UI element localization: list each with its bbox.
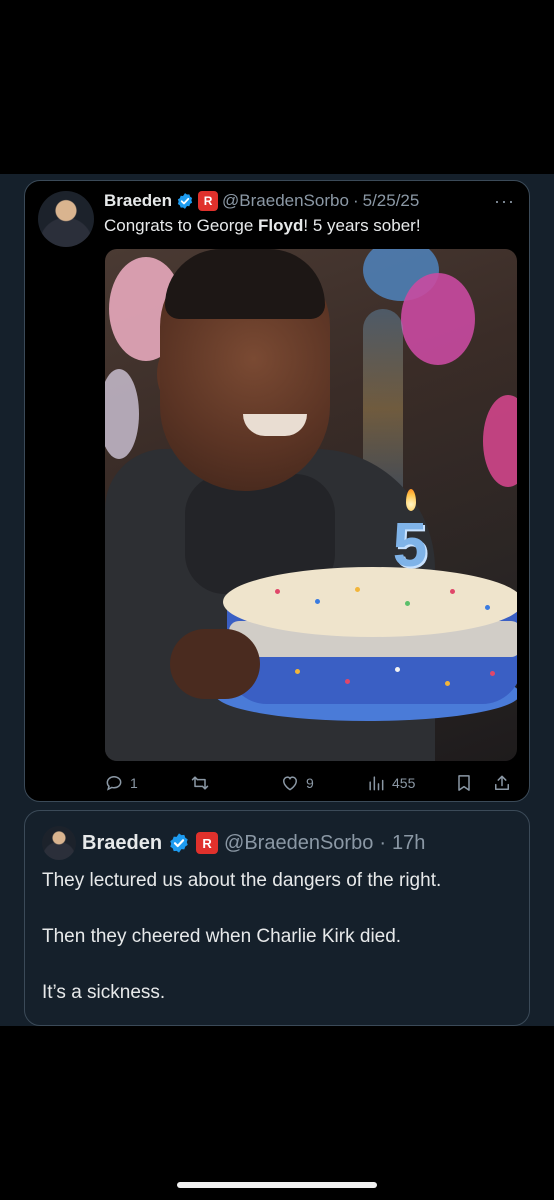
avatar[interactable] bbox=[42, 826, 76, 860]
tweet-date[interactable]: 5/25/25 bbox=[363, 191, 420, 211]
sprinkle bbox=[295, 669, 300, 674]
separator-dot: · bbox=[379, 831, 386, 854]
views-count: 455 bbox=[392, 775, 416, 791]
reply-count: 1 bbox=[130, 775, 138, 791]
author-handle[interactable]: @BraedenSorbo bbox=[224, 832, 373, 855]
sprinkle bbox=[490, 671, 495, 676]
author-name[interactable]: Braeden bbox=[82, 832, 162, 855]
home-indicator[interactable] bbox=[177, 1182, 377, 1188]
sprinkle bbox=[315, 599, 320, 604]
quote-text-line: Then they cheered when Charlie Kirk died… bbox=[42, 926, 402, 947]
share-icon bbox=[495, 775, 509, 790]
cake-top bbox=[223, 567, 517, 637]
repost-icon bbox=[191, 776, 209, 790]
author-name[interactable]: Braeden bbox=[104, 191, 172, 211]
sprinkle bbox=[355, 587, 360, 592]
person-hair bbox=[165, 249, 325, 319]
sprinkle bbox=[405, 601, 410, 606]
views-button[interactable]: 455 bbox=[366, 770, 415, 796]
reply-icon bbox=[106, 775, 122, 791]
balloon bbox=[105, 369, 139, 459]
bottom-letterbox bbox=[0, 1026, 554, 1200]
tweet-text-part: ! 5 years sober! bbox=[303, 216, 421, 235]
quote-text-line: It’s a sickness. bbox=[42, 982, 166, 1003]
tweet-text-bold: Floyd bbox=[258, 216, 304, 235]
like-count: 9 bbox=[306, 775, 314, 791]
balloon bbox=[401, 273, 475, 365]
bookmark-icon bbox=[458, 775, 470, 791]
tweet-header: Braeden R @BraedenSorbo · 5/25/25 bbox=[104, 190, 419, 212]
sprinkle bbox=[345, 679, 350, 684]
tweet-media-image[interactable]: 5 bbox=[105, 249, 517, 761]
tweet-action-bar: 1 9 455 bbox=[104, 770, 516, 796]
tweet-text-part: Congrats to George bbox=[104, 216, 259, 235]
separator-dot: · bbox=[352, 191, 359, 210]
quote-text-line: They lectured us about the dangers of th… bbox=[42, 870, 442, 891]
like-button[interactable]: 9 bbox=[280, 770, 314, 796]
person-hand bbox=[170, 629, 260, 699]
sprinkle bbox=[445, 681, 450, 686]
affiliate-badge-icon: R bbox=[196, 832, 219, 854]
views-icon bbox=[369, 776, 384, 791]
more-options-icon[interactable]: ··· bbox=[494, 191, 515, 212]
share-button[interactable] bbox=[492, 770, 512, 796]
repost-button[interactable] bbox=[190, 770, 216, 796]
author-handle[interactable]: @BraedenSorbo bbox=[222, 191, 349, 211]
verified-icon bbox=[170, 833, 188, 853]
bookmark-button[interactable] bbox=[454, 770, 474, 796]
avatar[interactable] bbox=[38, 191, 94, 247]
affiliate-badge-icon: R bbox=[198, 191, 219, 211]
quote-header: Braeden R @BraedenSorbo · 17h bbox=[82, 831, 425, 855]
sprinkle bbox=[275, 589, 280, 594]
number-candle: 5 bbox=[392, 511, 428, 580]
sprinkle bbox=[395, 667, 400, 672]
sprinkle bbox=[450, 589, 455, 594]
balloon bbox=[483, 395, 517, 487]
heart-icon bbox=[282, 776, 298, 791]
candle-flame bbox=[406, 489, 416, 511]
quote-time[interactable]: 17h bbox=[392, 832, 425, 855]
tweet-text: Congrats to George Floyd! 5 years sober! bbox=[104, 216, 421, 236]
reply-button[interactable]: 1 bbox=[104, 770, 138, 796]
top-letterbox bbox=[0, 0, 554, 174]
sprinkle bbox=[485, 605, 490, 610]
verified-icon bbox=[177, 193, 193, 209]
